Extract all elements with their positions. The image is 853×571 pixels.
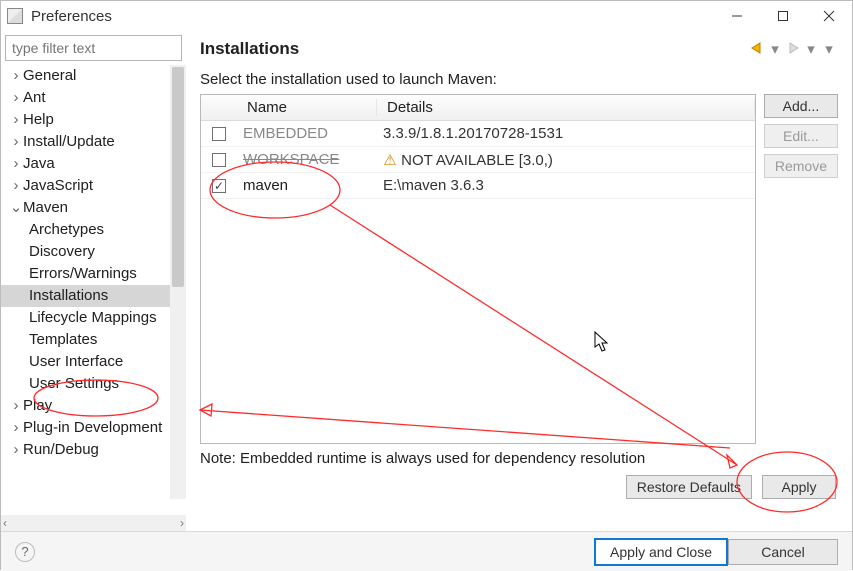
tree-item-installations[interactable]: Installations xyxy=(1,285,170,307)
chevron-right-icon: › xyxy=(9,175,23,197)
remove-button[interactable]: Remove xyxy=(764,154,838,178)
scroll-right-icon[interactable]: › xyxy=(180,516,184,530)
tree-item-javascript[interactable]: ›JavaScript xyxy=(1,175,170,197)
maximize-button[interactable] xyxy=(760,1,806,31)
cell-details: E:\maven 3.6.3 xyxy=(377,177,755,194)
horizontal-scrollbar[interactable]: ‹ › xyxy=(1,515,186,531)
chevron-right-icon: › xyxy=(9,417,23,439)
page-actions: Restore Defaults Apply xyxy=(200,467,838,499)
vertical-scrollbar[interactable] xyxy=(170,65,186,499)
table-row[interactable]: WORKSPACE ⚠ NOT AVAILABLE [3.0,) xyxy=(201,147,755,173)
minimize-button[interactable] xyxy=(714,1,760,31)
tree-item-help[interactable]: ›Help xyxy=(1,109,170,131)
filter-container xyxy=(1,31,186,65)
tree-item-lifecycle-mappings[interactable]: Lifecycle Mappings xyxy=(1,307,170,329)
instruction-text: Select the installation used to launch M… xyxy=(200,71,838,88)
checkbox[interactable] xyxy=(212,153,226,167)
column-name[interactable]: Name xyxy=(237,99,377,116)
edit-button[interactable]: Edit... xyxy=(764,124,838,148)
cell-details: ⚠ NOT AVAILABLE [3.0,) xyxy=(377,151,755,169)
cancel-button[interactable]: Cancel xyxy=(728,539,838,565)
scroll-left-icon[interactable]: ‹ xyxy=(3,516,7,530)
chevron-right-icon: › xyxy=(9,87,23,109)
tree-item-run-debug[interactable]: ›Run/Debug xyxy=(1,439,170,461)
column-details[interactable]: Details xyxy=(377,99,755,116)
table-side-buttons: Add... Edit... Remove xyxy=(764,94,838,444)
tree-item-plugin-development[interactable]: ›Plug-in Development xyxy=(1,417,170,439)
tree-item-discovery[interactable]: Discovery xyxy=(1,241,170,263)
tree-item-user-settings[interactable]: User Settings xyxy=(1,373,170,395)
sidebar: ›General ›Ant ›Help ›Install/Update ›Jav… xyxy=(1,31,186,531)
nav-back-button[interactable] xyxy=(748,41,766,58)
chevron-down-icon: ⌄ xyxy=(9,197,23,219)
tree-item-play[interactable]: ›Play xyxy=(1,395,170,417)
tree-item-templates[interactable]: Templates xyxy=(1,329,170,351)
filter-input[interactable] xyxy=(5,35,182,61)
page-title: Installations xyxy=(200,39,748,59)
tree-item-maven[interactable]: ⌄Maven xyxy=(1,197,170,219)
installations-table: Name Details EMBEDDED 3.3.9/1.8.1.201707… xyxy=(200,94,756,444)
add-button[interactable]: Add... xyxy=(764,94,838,118)
tree-item-errors-warnings[interactable]: Errors/Warnings xyxy=(1,263,170,285)
table-row[interactable]: EMBEDDED 3.3.9/1.8.1.20170728-1531 xyxy=(201,121,755,147)
tree-item-user-interface[interactable]: User Interface xyxy=(1,351,170,373)
dropdown-icon[interactable]: ▾ xyxy=(802,40,820,58)
cursor-icon xyxy=(594,331,610,353)
checkbox[interactable] xyxy=(212,179,226,193)
table-header: Name Details xyxy=(201,95,755,121)
menu-dropdown-icon[interactable]: ▾ xyxy=(820,40,838,58)
scrollbar-thumb[interactable] xyxy=(172,67,184,287)
content-pane: Installations ▾ ▾ ▾ Select the installat… xyxy=(186,31,852,531)
chevron-right-icon: › xyxy=(9,153,23,175)
restore-defaults-button[interactable]: Restore Defaults xyxy=(626,475,752,499)
chevron-right-icon: › xyxy=(9,109,23,131)
dropdown-icon[interactable]: ▾ xyxy=(766,40,784,58)
tree-item-java[interactable]: ›Java xyxy=(1,153,170,175)
cell-details: 3.3.9/1.8.1.20170728-1531 xyxy=(377,125,755,142)
checkbox[interactable] xyxy=(212,127,226,141)
tree-item-archetypes[interactable]: Archetypes xyxy=(1,219,170,241)
tree-item-general[interactable]: ›General xyxy=(1,65,170,87)
apply-and-close-button[interactable]: Apply and Close xyxy=(594,538,728,566)
window-title: Preferences xyxy=(31,8,112,25)
preference-tree[interactable]: ›General ›Ant ›Help ›Install/Update ›Jav… xyxy=(1,65,170,461)
tree-container: ›General ›Ant ›Help ›Install/Update ›Jav… xyxy=(1,65,186,515)
bottom-bar: ? Apply and Close Cancel xyxy=(1,531,852,571)
titlebar: Preferences xyxy=(1,1,852,31)
chevron-right-icon: › xyxy=(9,395,23,417)
note-text: Note: Embedded runtime is always used fo… xyxy=(200,450,838,467)
app-icon xyxy=(7,8,23,24)
cell-name: WORKSPACE xyxy=(237,151,377,168)
cell-name: EMBEDDED xyxy=(237,125,377,142)
page-header: Installations ▾ ▾ ▾ xyxy=(186,31,852,65)
nav-forward-button[interactable] xyxy=(784,41,802,58)
tree-item-install-update[interactable]: ›Install/Update xyxy=(1,131,170,153)
help-button[interactable]: ? xyxy=(15,542,35,562)
chevron-right-icon: › xyxy=(9,65,23,87)
chevron-right-icon: › xyxy=(9,131,23,153)
table-row[interactable]: maven E:\maven 3.6.3 xyxy=(201,173,755,199)
chevron-right-icon: › xyxy=(9,439,23,461)
tree-item-ant[interactable]: ›Ant xyxy=(1,87,170,109)
warning-icon: ⚠ xyxy=(383,151,397,169)
close-button[interactable] xyxy=(806,1,852,31)
cell-name: maven xyxy=(237,177,377,194)
apply-button[interactable]: Apply xyxy=(762,475,836,499)
